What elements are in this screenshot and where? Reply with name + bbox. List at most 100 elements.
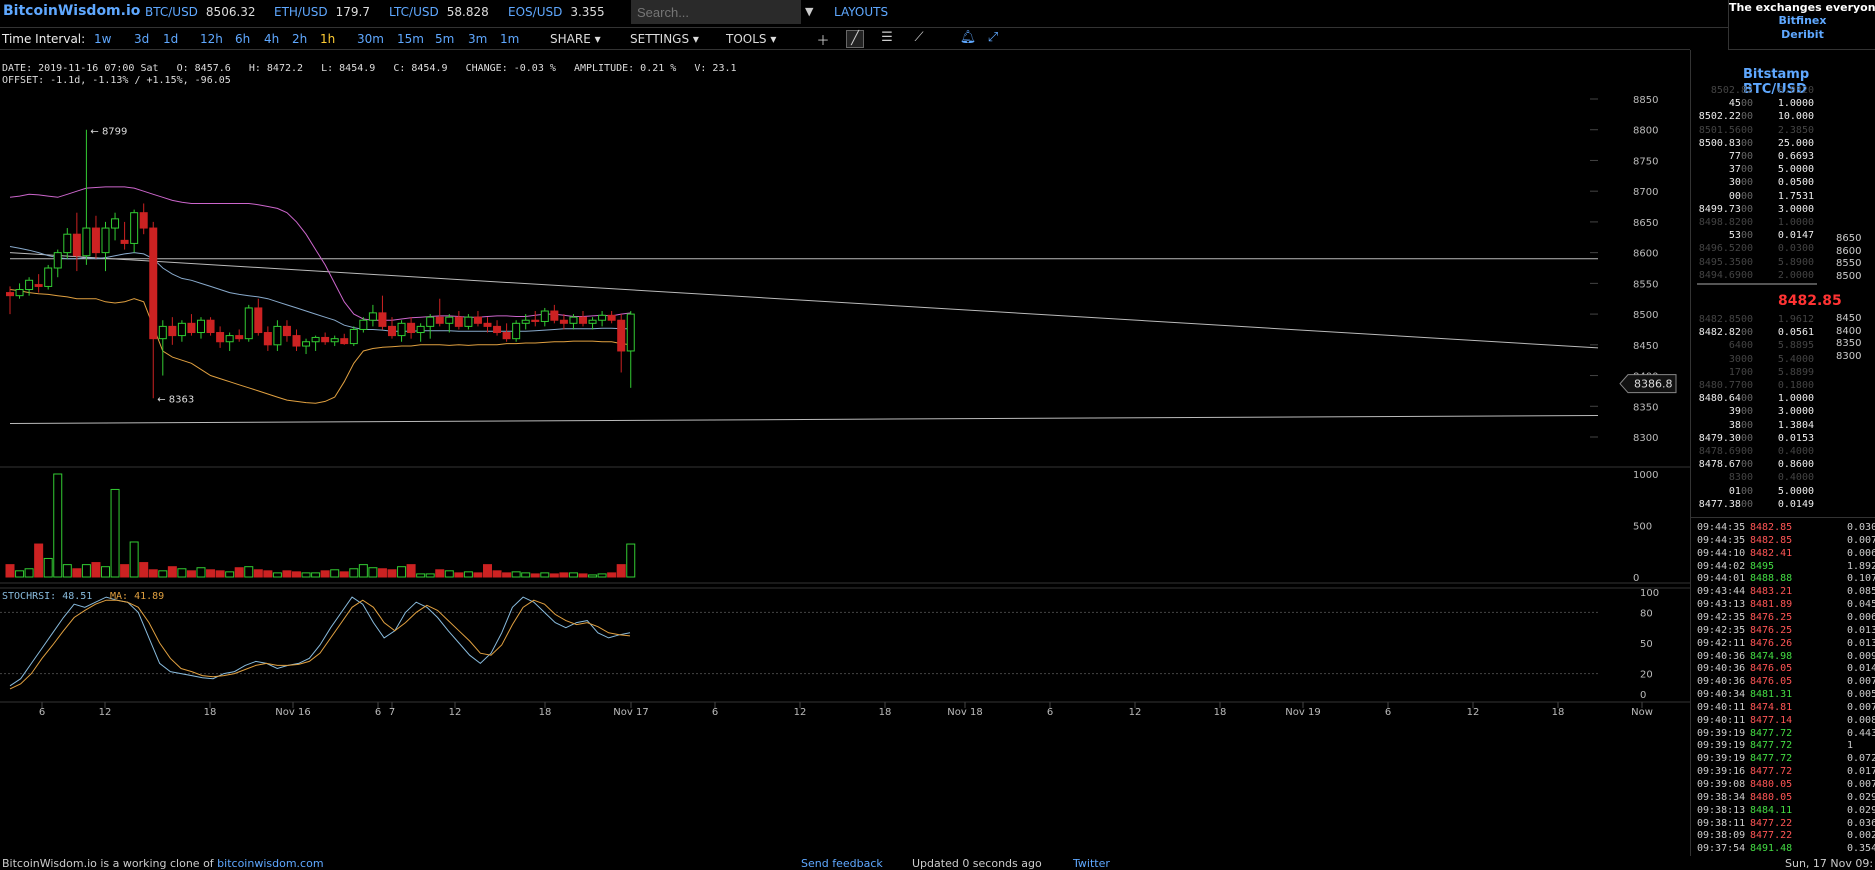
orderbook-row[interactable]: 8480.7700 0.1800 — [1697, 379, 1852, 392]
orderbook-row[interactable]: 8479.3000 0.0153 — [1697, 432, 1852, 445]
trade-time: 09:40:36 — [1697, 650, 1746, 662]
orderbook-row[interactable]: 8478.6900 0.4000 — [1697, 445, 1852, 458]
footer: BitcoinWisdom.io is a working clone of b… — [0, 856, 1875, 870]
interval-3d[interactable]: 3d — [134, 32, 149, 46]
orderbook-row[interactable]: 0000 1.7531 — [1697, 190, 1852, 203]
orderbook-row[interactable]: 8482.8200 0.0561 — [1697, 326, 1852, 339]
orderbook-row[interactable]: 8502.2200 10.000 — [1697, 110, 1852, 123]
interval-30m[interactable]: 30m — [357, 32, 384, 46]
orderbook-row[interactable]: 1700 5.8899 — [1697, 366, 1852, 379]
ticker-btc[interactable]: BTC/USD 8506.32 — [145, 5, 256, 19]
clone-link[interactable]: bitcoinwisdom.com — [217, 857, 323, 870]
orderbook-row[interactable]: 4500 1.0000 — [1697, 97, 1852, 110]
orderbook-row[interactable]: 3800 1.3804 — [1697, 419, 1852, 432]
interval-1w[interactable]: 1w — [94, 32, 111, 46]
search-input[interactable] — [631, 0, 801, 24]
search-dropdown-icon[interactable]: ▼ — [805, 5, 813, 18]
trade-time: 09:44:02 — [1697, 560, 1746, 572]
interval-1d[interactable]: 1d — [163, 32, 178, 46]
orderbook-price-main: 8494.6900 — [1698, 269, 1753, 281]
orderbook-row[interactable]: 8495.3500 5.8900 — [1697, 256, 1852, 269]
orderbook-price-tail: 00 — [1740, 164, 1753, 176]
volume-bar — [120, 564, 130, 578]
orderbook-price-tail: 00 — [1740, 327, 1753, 339]
interval-6h[interactable]: 6h — [235, 32, 250, 46]
orderbook-amount: 0.0320 — [1777, 85, 1814, 96]
fib-tool-icon[interactable]: ⟋ — [910, 30, 928, 48]
orderbook-row[interactable]: 3700 5.0000 — [1697, 163, 1852, 176]
trade-time: 09:39:08 — [1697, 779, 1746, 790]
orderbook-row[interactable]: 8300 0.4000 — [1697, 471, 1852, 484]
volume-tick-label: 1000 — [1633, 470, 1658, 481]
tools-menu[interactable]: TOOLS ▾ — [726, 32, 776, 46]
interval-5m[interactable]: 5m — [435, 32, 454, 46]
trade-price: 8474.98 — [1750, 650, 1793, 662]
orderbook-price: 8502.2200 — [1697, 110, 1753, 123]
trade-row: 09:38:13 8484.11 0.029 — [1697, 804, 1875, 817]
price-chart[interactable]: 8850880087508700865086008550850084508400… — [0, 50, 1690, 856]
orderbook-row[interactable]: 8482.8500 1.9612 — [1697, 313, 1852, 326]
orderbook-row[interactable]: 8480.6400 1.0000 — [1697, 392, 1852, 405]
orderbook-row[interactable]: 8502.82 0.0320 — [1697, 84, 1852, 97]
interval-15m[interactable]: 15m — [397, 32, 424, 46]
interval-12h[interactable]: 12h — [200, 32, 223, 46]
horizontal-lines-icon[interactable]: ☰ — [878, 30, 896, 48]
layouts-button[interactable]: LAYOUTS — [834, 5, 888, 19]
trade-row: 09:43:13 8481.89 0.045 — [1697, 598, 1875, 611]
interval-4h[interactable]: 4h — [264, 32, 279, 46]
orderbook-price-main: 8477.38 — [1698, 498, 1741, 510]
orderbook-row[interactable]: 3900 3.0000 — [1697, 405, 1852, 418]
trendline-tool-icon[interactable]: ╱ — [846, 30, 864, 48]
share-menu[interactable]: SHARE ▾ — [550, 32, 601, 46]
orderbook-row[interactable]: 3000 5.4000 — [1697, 353, 1852, 366]
promo-link-deribit[interactable]: Deribit — [1729, 28, 1875, 42]
alert-bell-icon[interactable]: 🔔︎ — [959, 30, 977, 48]
trade-row: 09:40:36 8474.98 0.009 — [1697, 650, 1875, 663]
fullscreen-icon[interactable]: ⤢ — [984, 30, 1002, 48]
ticker-eth[interactable]: ETH/USD 179.7 — [274, 5, 370, 19]
send-feedback-link[interactable]: Send feedback — [801, 857, 883, 870]
orderbook-row[interactable]: 8498.8200 1.0000 — [1697, 216, 1852, 229]
price-tick-label: 8600 — [1633, 249, 1658, 260]
ticker-value: 58.828 — [446, 5, 489, 19]
orderbook-amount: 5.4000 — [1777, 353, 1814, 365]
settings-menu[interactable]: SETTINGS ▾ — [630, 32, 699, 46]
orderbook-row[interactable]: 6400 5.8895 — [1697, 339, 1852, 352]
candle-body — [187, 322, 196, 334]
candle-body — [588, 319, 597, 324]
ticker-eos[interactable]: EOS/USD 3.355 — [508, 5, 605, 19]
interval-3m[interactable]: 3m — [468, 32, 487, 46]
orderbook-row[interactable]: 8494.6900 2.0000 — [1697, 269, 1852, 282]
trade-time: 09:40:11 — [1697, 701, 1746, 713]
orderbook-amount: 3.0000 — [1777, 203, 1814, 215]
candle-body — [521, 319, 530, 324]
ticker-ltc[interactable]: LTC/USD 58.828 — [389, 5, 489, 19]
price-tick-label: 8300 — [1633, 433, 1658, 444]
orderbook-price: 8501.5600 — [1697, 124, 1753, 137]
orderbook-price-main: 8478.67 — [1698, 459, 1741, 471]
orderbook-row[interactable]: 0100 5.0000 — [1697, 485, 1852, 498]
crosshair-icon[interactable]: ＋ — [814, 30, 832, 49]
interval-1m[interactable]: 1m — [500, 32, 519, 46]
orderbook-row[interactable]: 8500.8300 25.000 — [1697, 137, 1852, 150]
orderbook-row[interactable]: 8478.6700 0.8600 — [1697, 458, 1852, 471]
brand-logo[interactable]: BitcoinWisdom.io — [3, 3, 140, 19]
promo-link-bitfinex[interactable]: Bitfinex — [1729, 14, 1875, 28]
interval-1h[interactable]: 1h — [320, 32, 335, 46]
orderbook-row[interactable]: 8496.5200 0.0300 — [1697, 242, 1852, 255]
interval-2h[interactable]: 2h — [292, 32, 307, 46]
orderbook-row[interactable]: 8499.7300 3.0000 — [1697, 203, 1852, 216]
orderbook-row[interactable]: 3000 0.0500 — [1697, 176, 1852, 189]
stochrsi-tick-label: 50 — [1640, 639, 1653, 650]
twitter-link[interactable]: Twitter — [1073, 857, 1110, 870]
depth-scale-label: 8550 — [1836, 258, 1862, 269]
trade-amount: 0.008 — [1847, 714, 1875, 726]
orderbook-row[interactable]: 8501.5600 2.3850 — [1697, 124, 1852, 137]
candle-body — [579, 316, 587, 324]
divider — [1690, 50, 1691, 856]
ticker-symbol: LTC/USD — [389, 5, 439, 19]
orderbook-row[interactable]: 8477.3800 0.0149 — [1697, 498, 1852, 511]
orderbook-price-main: 38 — [1728, 419, 1741, 431]
orderbook-row[interactable]: 5300 0.0147 — [1697, 229, 1852, 242]
orderbook-row[interactable]: 7700 0.6693 — [1697, 150, 1852, 163]
